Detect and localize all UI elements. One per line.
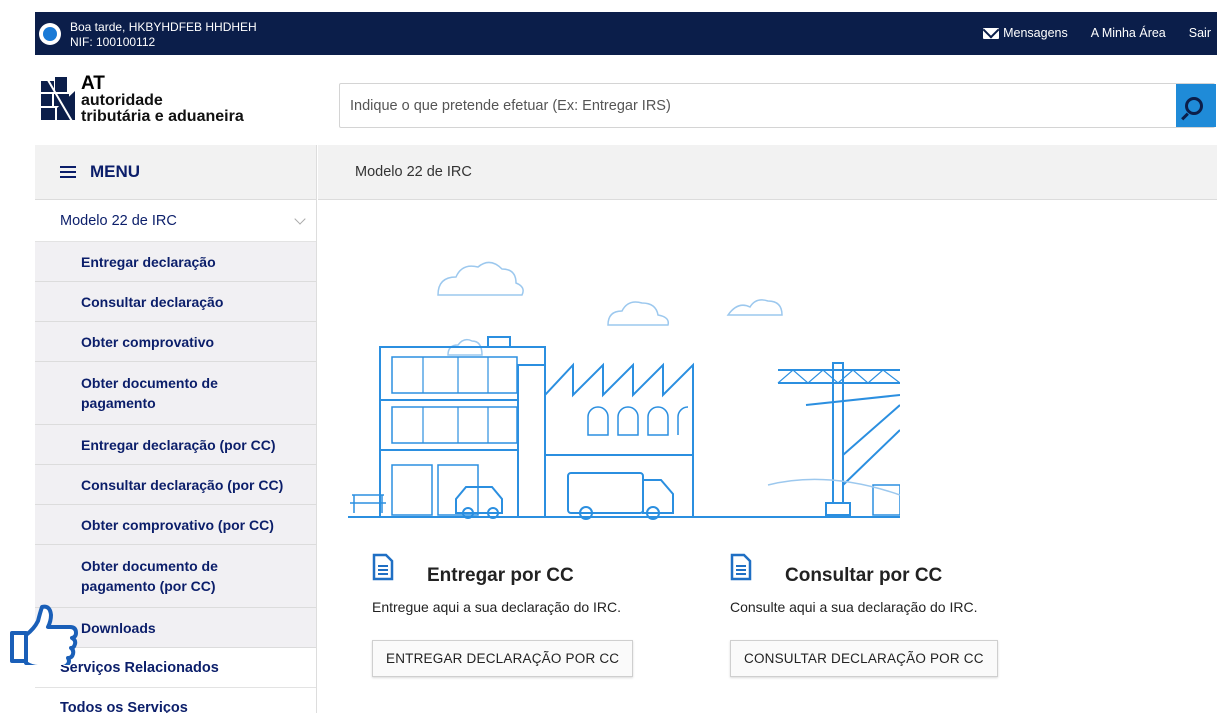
- messages-link[interactable]: Mensagens: [983, 26, 1068, 40]
- search-box: [339, 83, 1216, 128]
- menu-label: MENU: [90, 162, 141, 181]
- thumbs-up-cursor-icon: [10, 604, 78, 665]
- card-title: Entregar por CC: [427, 565, 574, 586]
- at-logo-icon[interactable]: [37, 73, 77, 127]
- greeting-text: Boa tarde, HKBYHDFEB HHDHEH: [70, 20, 257, 34]
- sidebar-item-consultar-cc[interactable]: Consultar declaração (por CC): [35, 465, 316, 505]
- logo-line2: tributária e aduaneira: [81, 108, 244, 125]
- search-icon: [1185, 96, 1203, 115]
- sidebar-item-entregar[interactable]: Entregar declaração: [35, 242, 316, 282]
- sidebar-item-consultar[interactable]: Consultar declaração: [35, 282, 316, 322]
- logo-text[interactable]: AT autoridade tributária e aduaneira: [81, 73, 244, 125]
- search-input[interactable]: [340, 84, 1180, 127]
- my-area-link[interactable]: A Minha Área: [1091, 26, 1166, 40]
- menu-icon: [60, 166, 76, 178]
- sidebar-item-comprovativo[interactable]: Obter comprovativo: [35, 322, 316, 362]
- sidebar-item-documento-pagamento[interactable]: Obter documento de pagamento: [35, 362, 316, 425]
- sidebar-item-documento-pagamento-cc[interactable]: Obter documento de pagamento (por CC): [35, 545, 316, 608]
- breadcrumb: Modelo 22 de IRC: [318, 145, 1217, 200]
- sidebar-item-comprovativo-cc[interactable]: Obter comprovativo (por CC): [35, 505, 316, 545]
- city-illustration: [348, 261, 900, 520]
- mail-icon: [983, 27, 1000, 39]
- card-description: Entregue aqui a sua declaração do IRC.: [372, 599, 622, 615]
- logout-link[interactable]: Sair: [1189, 26, 1211, 40]
- top-bar: Boa tarde, HKBYHDFEB HHDHEH NIF: 1001001…: [35, 12, 1217, 55]
- messages-label: Mensagens: [1003, 26, 1068, 40]
- entregar-declaracao-button[interactable]: ENTREGAR DECLARAÇÃO POR CC: [372, 640, 634, 677]
- site-header: AT autoridade tributária e aduaneira: [35, 55, 1217, 145]
- sidebar-section-modelo22[interactable]: Modelo 22 de IRC: [35, 200, 316, 242]
- user-avatar-icon: [39, 23, 61, 45]
- document-icon: [372, 553, 394, 581]
- search-button[interactable]: [1176, 84, 1216, 127]
- card-title: Consultar por CC: [785, 565, 943, 586]
- nif-text: NIF: 100100112: [70, 35, 156, 49]
- sidebar-item-entregar-cc[interactable]: Entregar declaração (por CC): [35, 425, 316, 465]
- consultar-declaracao-button[interactable]: CONSULTAR DECLARAÇÃO POR CC: [730, 640, 998, 677]
- chevron-down-icon: [294, 213, 306, 225]
- sidebar-item-all-services[interactable]: Todos os Serviços: [35, 688, 316, 713]
- logo-at: AT: [81, 73, 105, 94]
- section-label: Modelo 22 de IRC: [60, 212, 177, 229]
- card-description: Consulte aqui a sua declaração do IRC.: [730, 599, 978, 615]
- logo-line1: autoridade: [81, 92, 163, 109]
- document-icon: [730, 553, 752, 581]
- top-links: Mensagens A Minha Área Sair: [983, 26, 1211, 40]
- breadcrumb-title: Modelo 22 de IRC: [355, 164, 472, 180]
- menu-toggle[interactable]: MENU: [35, 145, 316, 200]
